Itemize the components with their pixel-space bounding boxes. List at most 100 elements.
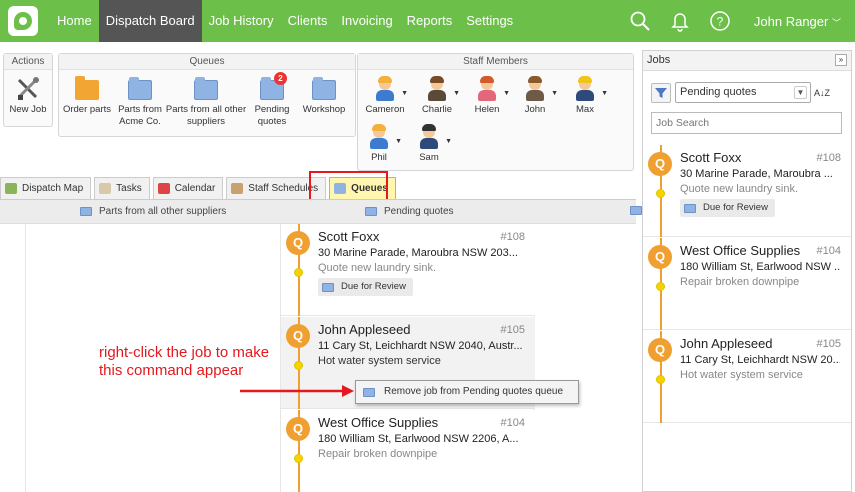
job-card[interactable]: Q West Office Supplies #104 180 William … bbox=[281, 410, 535, 492]
chevron-down-icon[interactable]: ▼ bbox=[395, 138, 402, 145]
tab-calendar[interactable]: Calendar bbox=[152, 177, 224, 199]
nav-dispatch-board[interactable]: Dispatch Board bbox=[98, 0, 202, 42]
staff-name: John bbox=[524, 104, 546, 115]
job-card[interactable]: Q Scott Foxx #108 30 Marine Parade, Maro… bbox=[643, 145, 851, 237]
status-dot bbox=[294, 454, 303, 463]
job-card[interactable]: Q Scott Foxx #108 30 Marine Parade, Maro… bbox=[281, 224, 535, 316]
folder-icon bbox=[80, 207, 92, 216]
column-divider bbox=[25, 224, 26, 492]
staff-name: Phil bbox=[371, 152, 387, 163]
person-icon bbox=[374, 76, 396, 102]
staff-phil[interactable]: ▼ Phil bbox=[354, 124, 404, 163]
nav-settings[interactable]: Settings bbox=[459, 0, 520, 42]
nav-job-history[interactable]: Job History bbox=[202, 0, 281, 42]
staff-max[interactable]: ▼ Max bbox=[560, 76, 610, 115]
job-type-badge: Q bbox=[648, 338, 672, 362]
staff-helen[interactable]: ▼ Helen bbox=[462, 76, 512, 115]
help-icon[interactable]: ? bbox=[709, 10, 731, 32]
job-type-badge: Q bbox=[648, 152, 672, 176]
staff-group-title: Staff Members bbox=[358, 54, 633, 70]
nav-invoicing[interactable]: Invoicing bbox=[334, 0, 399, 42]
chevron-down-icon[interactable]: ▼ bbox=[453, 90, 460, 97]
job-card[interactable]: Q West Office Supplies #104 180 William … bbox=[643, 238, 851, 330]
filter-button[interactable] bbox=[651, 82, 671, 103]
user-menu[interactable]: John Ranger ﹀ bbox=[754, 14, 841, 29]
job-number: #104 bbox=[500, 417, 525, 429]
job-card[interactable]: Q John Appleseed #105 11 Cary St, Leichh… bbox=[643, 331, 851, 423]
sort-az-button[interactable]: A↓Z bbox=[814, 83, 844, 103]
chevron-down-icon[interactable]: ▼ bbox=[445, 138, 452, 145]
calendar-icon bbox=[157, 183, 170, 194]
staff-members-group: Staff Members ▼ Cameron ▼ Charlie ▼ Hele… bbox=[357, 53, 634, 171]
folder-icon bbox=[365, 207, 377, 216]
job-type-badge: Q bbox=[286, 324, 310, 348]
staff-name: Max bbox=[576, 104, 594, 115]
filter-icon bbox=[655, 87, 667, 98]
client-name: John Appleseed bbox=[318, 322, 411, 337]
queue-pending-quotes[interactable]: 2 Pending quotes bbox=[249, 72, 295, 128]
job-address: 180 William St, Earlwood NSW 2206, A... bbox=[318, 433, 519, 445]
job-type-badge: Q bbox=[648, 245, 672, 269]
job-search-input[interactable] bbox=[651, 112, 842, 134]
tab-tasks[interactable]: Tasks bbox=[94, 177, 150, 199]
job-description: Hot water system service bbox=[318, 355, 441, 367]
queues-group: Queues Order parts Parts from Acme Co. P… bbox=[58, 53, 356, 137]
annotation-arrow-icon bbox=[240, 385, 354, 397]
job-address: 30 Marine Parade, Maroubra NSW 203... bbox=[318, 247, 518, 259]
jobs-panel-header: Jobs » bbox=[643, 51, 851, 71]
job-description: Hot water system service bbox=[680, 369, 803, 381]
actions-group-title: Actions bbox=[4, 54, 52, 70]
tab-label: Calendar bbox=[174, 182, 216, 194]
staff-charlie[interactable]: ▼ Charlie bbox=[412, 76, 462, 115]
staff-sam[interactable]: ▼ Sam bbox=[404, 124, 454, 163]
job-address: 30 Marine Parade, Maroubra ... bbox=[680, 168, 833, 180]
job-tag-label: Due for Review bbox=[341, 281, 406, 292]
new-job-button[interactable]: New Job bbox=[6, 76, 50, 116]
job-tag-label: Due for Review bbox=[703, 202, 768, 213]
staff-cameron[interactable]: ▼ Cameron bbox=[360, 76, 410, 115]
job-tag: Due for Review bbox=[680, 199, 775, 217]
app-logo-icon[interactable] bbox=[8, 6, 38, 36]
job-number: #105 bbox=[816, 338, 841, 350]
queues-group-title: Queues bbox=[59, 54, 355, 70]
job-tag: Due for Review bbox=[318, 278, 413, 296]
queue-parts-from-other-suppliers[interactable]: Parts from all other suppliers bbox=[165, 76, 247, 128]
chevron-down-icon[interactable]: ▼ bbox=[551, 90, 558, 97]
folder-icon bbox=[322, 282, 334, 292]
nav-right: ? John Ranger ﹀ bbox=[620, 0, 855, 42]
jobs-filter-select[interactable]: Pending quotes ▼ bbox=[675, 82, 811, 103]
person-icon bbox=[476, 76, 498, 102]
pending-quotes-column: Q Scott Foxx #108 30 Marine Parade, Maro… bbox=[280, 224, 535, 492]
jobs-panel: Jobs » Pending quotes ▼ A↓Z Q Scott Foxx… bbox=[642, 50, 852, 492]
nav-reports[interactable]: Reports bbox=[400, 0, 460, 42]
nav-clients[interactable]: Clients bbox=[281, 0, 335, 42]
queue-order-parts[interactable]: Order parts bbox=[61, 76, 113, 116]
queue-label: Pending quotes bbox=[254, 104, 290, 127]
status-dot bbox=[656, 375, 665, 384]
chevron-down-icon[interactable]: ▼ bbox=[503, 90, 510, 97]
queue-columns-header: Parts from all other suppliers Pending q… bbox=[0, 199, 642, 224]
search-icon[interactable] bbox=[629, 10, 651, 32]
chevron-down-icon[interactable]: ▼ bbox=[601, 90, 608, 97]
queues-tab-highlight bbox=[309, 171, 388, 201]
collapse-panel-icon[interactable]: » bbox=[835, 54, 847, 66]
status-dot bbox=[294, 268, 303, 277]
context-menu-label: Remove job from Pending quotes queue bbox=[384, 386, 564, 397]
queue-workshop[interactable]: Workshop bbox=[297, 76, 351, 116]
queue-parts-from-acme[interactable]: Parts from Acme Co. bbox=[111, 76, 169, 128]
job-description: Repair broken downpipe bbox=[680, 276, 800, 288]
client-name: West Office Supplies bbox=[318, 415, 439, 430]
nav-home[interactable]: Home bbox=[50, 0, 99, 42]
staff-name: Sam bbox=[419, 152, 439, 163]
bell-icon[interactable] bbox=[669, 10, 691, 32]
queue-label: Parts from all other suppliers bbox=[165, 104, 247, 127]
tab-label: Dispatch Map bbox=[22, 182, 84, 194]
tab-dispatch-map[interactable]: Dispatch Map bbox=[0, 177, 92, 199]
chevron-down-icon[interactable]: ▼ bbox=[401, 90, 408, 97]
job-number: #108 bbox=[500, 231, 525, 243]
person-icon bbox=[574, 76, 596, 102]
staff-john[interactable]: ▼ John bbox=[510, 76, 560, 115]
user-name: John Ranger bbox=[753, 13, 829, 29]
tasks-icon bbox=[99, 183, 112, 194]
context-menu-remove-from-queue[interactable]: Remove job from Pending quotes queue bbox=[355, 380, 579, 404]
